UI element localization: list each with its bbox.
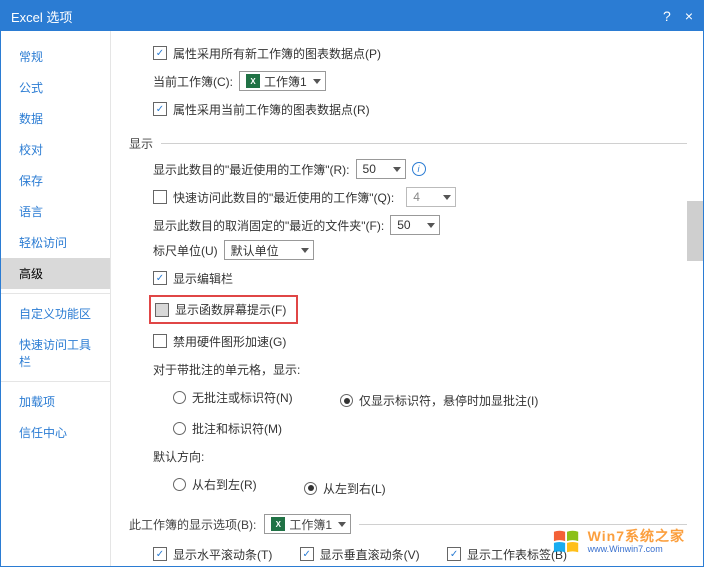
window-title: Excel 选项 — [11, 7, 72, 26]
quick-access-spinner[interactable]: 4 — [406, 187, 456, 207]
divider — [161, 143, 687, 144]
windows-logo-icon — [552, 528, 582, 556]
ruler-units-value: 默认单位 — [231, 242, 279, 259]
ruler-units-label: 标尺单位(U) — [153, 242, 218, 259]
checkbox-label: 属性采用当前工作簿的图表数据点(R) — [173, 101, 370, 118]
radio-comments-both[interactable] — [173, 422, 186, 435]
recent-folders-label: 显示此数目的取消固定的"最近的文件夹"(F): — [153, 217, 384, 234]
radio-direction-ltr[interactable] — [304, 482, 317, 495]
sidebar-item-addins[interactable]: 加载项 — [1, 386, 110, 417]
ruler-units-dropdown[interactable]: 默认单位 — [224, 240, 314, 260]
group-title-workbook-display: 此工作簿的显示选项(B): — [129, 516, 256, 533]
sidebar-item-data[interactable]: 数据 — [1, 103, 110, 134]
scrollbar-thumb[interactable] — [687, 201, 703, 261]
radio-label: 批注和标识符(M) — [192, 420, 282, 437]
recent-workbooks-value: 50 — [363, 162, 376, 176]
checkbox-quick-access-recent[interactable] — [153, 190, 167, 204]
checkbox-disable-hw-accel[interactable] — [153, 334, 167, 348]
excel-icon — [246, 74, 260, 88]
sidebar-item-ease[interactable]: 轻松访问 — [1, 227, 110, 258]
excel-icon — [271, 517, 285, 531]
info-icon[interactable] — [412, 162, 426, 176]
divider — [359, 524, 687, 525]
sidebar-item-trust[interactable]: 信任中心 — [1, 417, 110, 448]
radio-direction-rtl[interactable] — [173, 478, 186, 491]
sidebar-item-proofing[interactable]: 校对 — [1, 134, 110, 165]
comments-heading: 对于带批注的单元格，显示: — [153, 361, 300, 378]
content-pane: 属性采用所有新工作簿的图表数据点(P) 当前工作簿(C): 工作簿1 属性采用当… — [111, 31, 703, 566]
direction-heading: 默认方向: — [153, 448, 204, 465]
checkbox-all-new-chart-points[interactable] — [153, 46, 167, 60]
radio-label: 无批注或标识符(N) — [192, 389, 293, 406]
highlighted-option: 显示函数屏幕提示(F) — [149, 295, 298, 324]
recent-workbooks-spinner[interactable]: 50 — [356, 159, 406, 179]
watermark: Win7系统之家 www.Winwin7.com — [552, 528, 685, 556]
radio-label: 从右到左(R) — [192, 476, 257, 493]
checkbox-label: 显示编辑栏 — [173, 270, 233, 287]
checkbox-v-scroll[interactable] — [300, 547, 314, 561]
current-workbook-dropdown[interactable]: 工作簿1 — [239, 71, 326, 91]
sidebar-item-save[interactable]: 保存 — [1, 165, 110, 196]
sidebar-item-customize-ribbon[interactable]: 自定义功能区 — [1, 298, 110, 329]
sidebar-item-quick-access[interactable]: 快速访问工具栏 — [1, 329, 110, 377]
sidebar-item-general[interactable]: 常规 — [1, 41, 110, 72]
checkbox-label: 禁用硬件图形加速(G) — [173, 333, 286, 350]
checkbox-current-chart-points[interactable] — [153, 102, 167, 116]
checkbox-formula-bar[interactable] — [153, 271, 167, 285]
recent-folders-spinner[interactable]: 50 — [390, 215, 440, 235]
checkbox-label: 属性采用所有新工作簿的图表数据点(P) — [173, 45, 381, 62]
checkbox-function-tooltips[interactable] — [155, 303, 169, 317]
quick-access-value: 4 — [413, 190, 420, 204]
help-icon[interactable]: ? — [663, 8, 671, 24]
sidebar-item-advanced[interactable]: 高级 — [1, 258, 110, 289]
checkbox-h-scroll[interactable] — [153, 547, 167, 561]
recent-folders-value: 50 — [397, 218, 410, 232]
checkbox-label: 显示函数屏幕提示(F) — [175, 301, 286, 318]
watermark-url: www.Winwin7.com — [588, 545, 685, 555]
watermark-title: Win7系统之家 — [588, 529, 685, 544]
checkbox-sheet-tabs[interactable] — [447, 547, 461, 561]
recent-workbooks-label: 显示此数目的"最近使用的工作簿"(R): — [153, 161, 350, 178]
sidebar-item-formulas[interactable]: 公式 — [1, 72, 110, 103]
workbook-display-value: 工作簿1 — [289, 516, 332, 533]
radio-comments-none[interactable] — [173, 391, 186, 404]
checkbox-label: 显示垂直滚动条(V) — [320, 546, 420, 563]
close-icon[interactable]: × — [685, 8, 693, 24]
radio-label: 仅显示标识符，悬停时加显批注(I) — [359, 392, 538, 409]
current-workbook-value: 工作簿1 — [264, 73, 307, 90]
radio-label: 从左到右(L) — [323, 480, 386, 497]
current-workbook-label: 当前工作簿(C): — [153, 73, 233, 90]
workbook-display-dropdown[interactable]: 工作簿1 — [264, 514, 351, 534]
radio-comments-indicator[interactable] — [340, 394, 353, 407]
sidebar: 常规 公式 数据 校对 保存 语言 轻松访问 高级 自定义功能区 快速访问工具栏… — [1, 31, 111, 566]
quick-access-label: 快速访问此数目的"最近使用的工作簿"(Q): — [173, 189, 394, 206]
group-title-display: 显示 — [129, 135, 153, 152]
sidebar-item-language[interactable]: 语言 — [1, 196, 110, 227]
checkbox-label: 显示水平滚动条(T) — [173, 546, 272, 563]
